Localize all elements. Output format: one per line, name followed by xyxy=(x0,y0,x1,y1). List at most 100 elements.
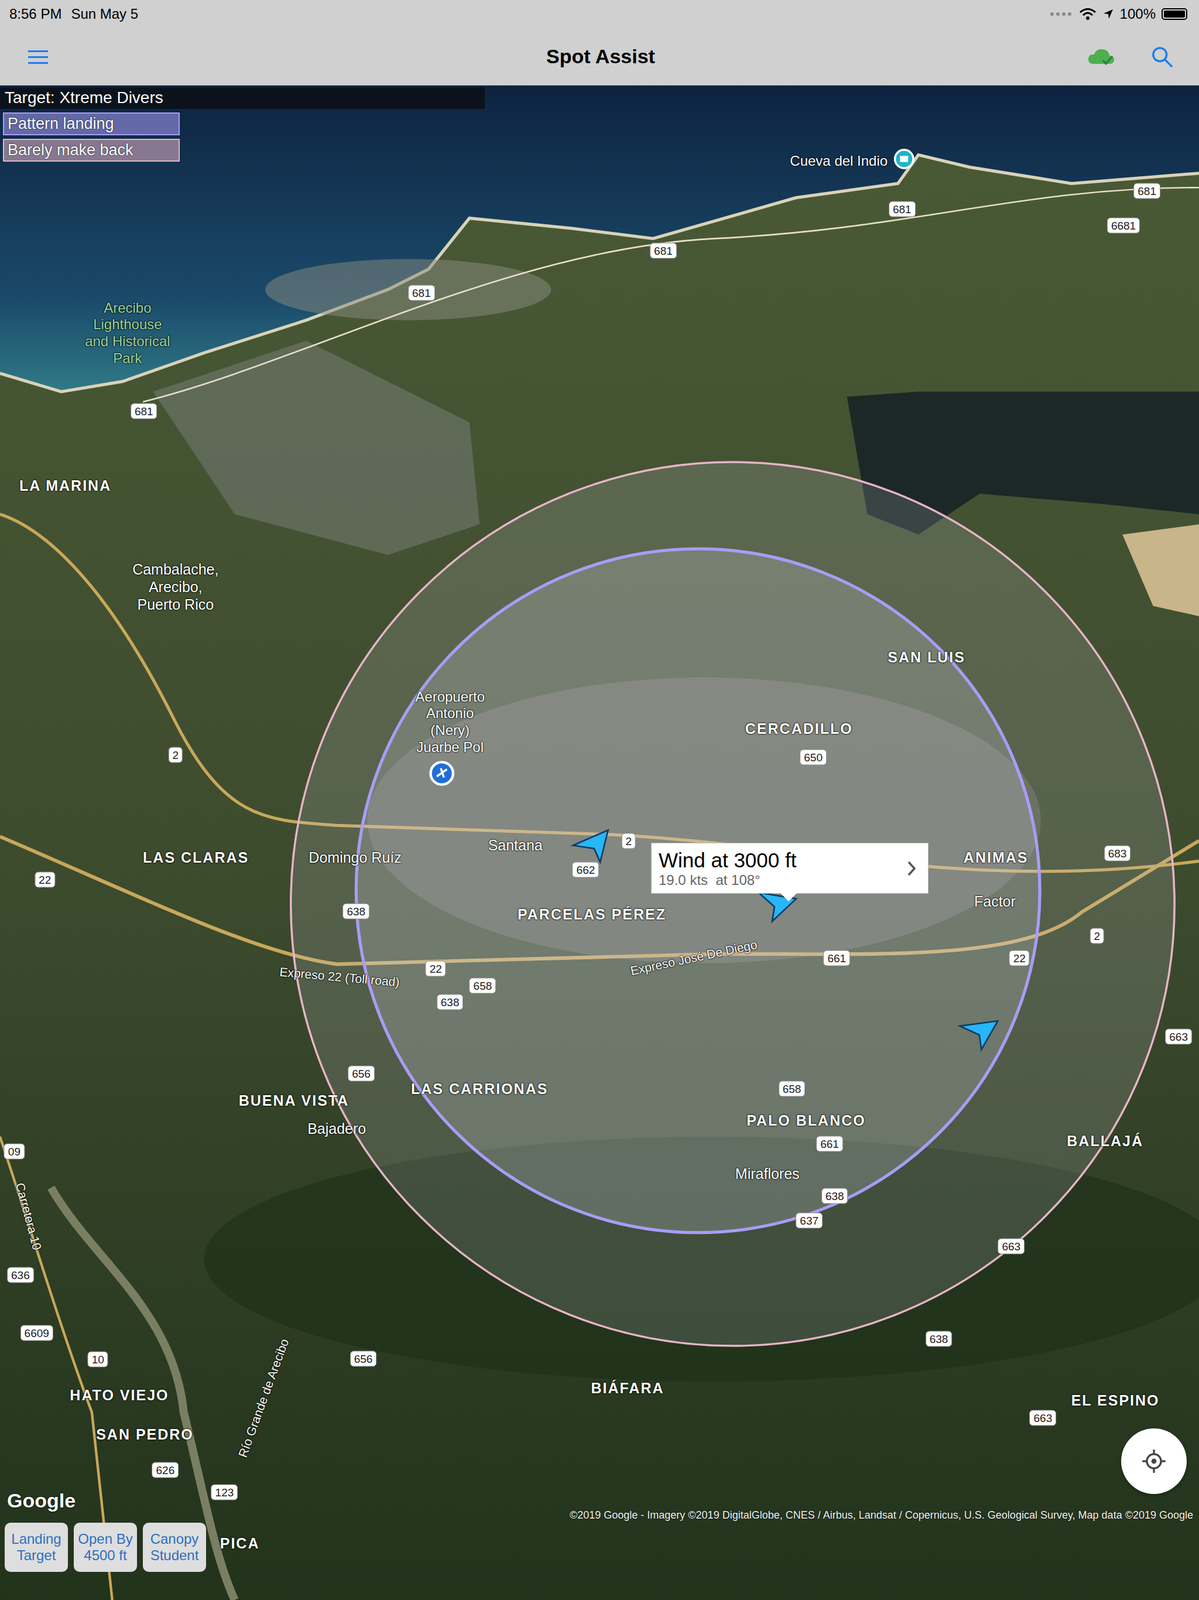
map-label: Cueva del Indio xyxy=(789,152,888,170)
route-shield: 656 xyxy=(350,1350,378,1366)
route-shield: 2 xyxy=(168,747,183,763)
status-date: Sun May 5 xyxy=(70,5,139,23)
target-overlay: Target: Xtreme Divers Pattern landingBare… xyxy=(0,87,485,162)
battery-fill xyxy=(1163,10,1185,18)
toolbar-button[interactable]: Canopy Student xyxy=(142,1522,207,1572)
wind-detail: 19.0 kts at 108° xyxy=(658,871,797,889)
route-shield: 638 xyxy=(342,903,370,920)
route-shield: 22 xyxy=(425,960,447,976)
route-shield: 6609 xyxy=(20,1324,54,1341)
status-bar: 8:56 PM Sun May 5 100% xyxy=(0,0,1199,29)
map-label: Miraflores xyxy=(735,1164,800,1183)
route-shield: 658 xyxy=(469,977,497,994)
route-shield: 681 xyxy=(1133,182,1161,199)
signal-dots-icon xyxy=(1049,11,1074,17)
chevron-right-icon[interactable] xyxy=(906,860,917,877)
map-label: ANIMAS xyxy=(963,848,1029,866)
map-label: SAN PEDRO xyxy=(96,1424,194,1443)
map-label: BALLAJÁ xyxy=(1066,1131,1144,1150)
wifi-icon xyxy=(1078,7,1097,21)
toolbar-button[interactable]: Landing Target xyxy=(4,1522,68,1572)
map-label: LAS CARRIONAS xyxy=(410,1079,548,1098)
coastal-road xyxy=(142,187,1199,402)
route-shield: 638 xyxy=(925,1330,953,1347)
bottom-toolbar: Landing TargetOpen By 4500 ftCanopy Stud… xyxy=(4,1522,207,1572)
route-shield: 650 xyxy=(799,748,827,765)
barely-make-back-circle xyxy=(290,461,1175,1346)
spot-assist-app: 8:56 PM Sun May 5 100% Spot Assist 681 681 681… xyxy=(0,0,1199,1600)
sand-patch xyxy=(1122,523,1199,616)
map-label: BUENA VISTA xyxy=(238,1091,350,1109)
locate-button[interactable] xyxy=(1121,1427,1187,1494)
map-label: Bajadero xyxy=(307,1119,366,1137)
marsh xyxy=(152,340,480,556)
route-shield: 663 xyxy=(997,1237,1025,1254)
crosshair-icon xyxy=(1141,1447,1167,1474)
nav-bar: Spot Assist xyxy=(0,28,1199,85)
route-shield: 681 xyxy=(888,200,916,217)
wind-callout[interactable]: Wind at 3000 ft19.0 kts at 108° xyxy=(651,842,929,894)
route-shield: 683 xyxy=(1104,844,1132,861)
hamburger-menu-icon[interactable] xyxy=(28,49,49,65)
route-shield: 626 xyxy=(152,1461,180,1478)
route-shield: 661 xyxy=(823,950,851,966)
sea xyxy=(0,85,1199,392)
map-label: Cambalache, Arecibo, Puerto Rico xyxy=(132,560,219,613)
route-shield: 662 xyxy=(572,861,600,878)
route-shield: 123 xyxy=(211,1483,239,1500)
legend-item: Barely make back xyxy=(2,138,180,162)
map-label: HATO VIEJO xyxy=(69,1385,169,1404)
header: 8:56 PM Sun May 5 100% Spot Assist xyxy=(0,0,1199,86)
route-shield: 638 xyxy=(436,994,464,1010)
route-shield: 663 xyxy=(1029,1409,1057,1425)
satellite-map xyxy=(0,85,1199,1600)
map-label: PICA xyxy=(220,1533,260,1552)
route-shield: 09 xyxy=(4,1142,25,1159)
route-shield: 6681 xyxy=(1107,217,1140,234)
map-label: Santana xyxy=(488,836,543,854)
toolbar-button[interactable]: Open By 4500 ft xyxy=(73,1522,137,1572)
battery-icon xyxy=(1161,8,1188,20)
map-label: Domingo Ruíz xyxy=(308,848,402,866)
plane-marker-icon xyxy=(957,1015,998,1051)
route-shield: 658 xyxy=(778,1080,806,1097)
search-icon[interactable] xyxy=(1150,45,1174,68)
route-shield: 636 xyxy=(7,1266,34,1283)
map-label: SAN LUIS xyxy=(887,648,966,666)
status-time: 8:56 PM xyxy=(9,5,62,23)
plane-marker-icon xyxy=(571,829,612,865)
map-copyright: ©2019 Google - Imagery ©2019 DigitalGlob… xyxy=(569,1508,1194,1521)
location-arrow-icon xyxy=(1102,8,1115,20)
route-shield: 2 xyxy=(621,832,636,849)
status-clock: 8:56 PM Sun May 5 xyxy=(9,5,139,23)
battery-percent: 100% xyxy=(1119,5,1156,23)
map-label: BIÁFARA xyxy=(590,1378,664,1397)
callout-pointer xyxy=(780,892,797,902)
river xyxy=(50,1187,235,1600)
route-shield: 656 xyxy=(347,1065,375,1082)
route-shield: 681 xyxy=(130,403,158,420)
weather-sync-cloud-icon[interactable] xyxy=(1086,46,1116,68)
route-shield: 663 xyxy=(1165,1028,1192,1045)
route-shield: 10 xyxy=(87,1351,109,1368)
route-shield: 2 xyxy=(1089,927,1105,944)
wind-title: Wind at 3000 ft xyxy=(658,848,797,872)
status-indicators: 100% xyxy=(1049,5,1190,23)
target-label: Target: Xtreme Divers xyxy=(0,87,485,109)
map-view[interactable]: 6816816816816816681265026626832263866122… xyxy=(0,85,1199,1600)
route-shield: 637 xyxy=(795,1212,823,1229)
route-shield: 22 xyxy=(34,871,56,888)
route-shield: 638 xyxy=(821,1187,849,1204)
route-shield: 661 xyxy=(816,1135,844,1152)
google-logo: Google xyxy=(7,1488,76,1512)
airport-pin-icon[interactable] xyxy=(430,761,454,784)
map-label: Aeropuerto Antonio (Nery) Juarbe Pol xyxy=(415,688,485,756)
pattern-landing-circle xyxy=(355,548,1040,1233)
map-label: LA MARINA xyxy=(19,476,112,495)
map-label: Arecibo Lighthouse and Historical Park xyxy=(84,299,170,368)
legend-item: Pattern landing xyxy=(2,112,180,136)
route-shield: 22 xyxy=(1009,950,1030,966)
route-shield: 681 xyxy=(408,284,435,301)
map-label: PARCELAS PÉREZ xyxy=(517,905,667,923)
camera-pin-icon[interactable] xyxy=(895,149,914,169)
